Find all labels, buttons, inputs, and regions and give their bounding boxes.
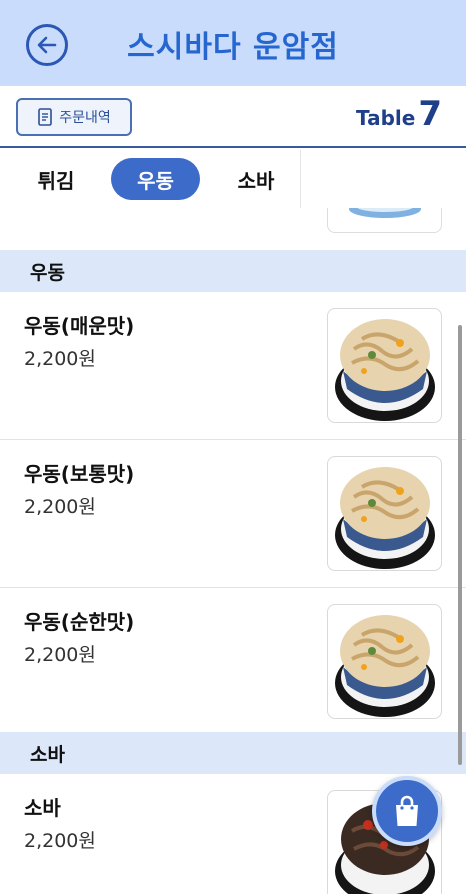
section-header-udon: 우동 bbox=[0, 250, 466, 292]
menu-item-image bbox=[327, 208, 442, 233]
shopping-bag-icon bbox=[396, 795, 418, 826]
menu-item-name: 소바 bbox=[24, 796, 61, 820]
menu-item[interactable]: 우동(보통맛) 2,200원 bbox=[0, 440, 466, 588]
menu-item-price: 2,200원 bbox=[24, 348, 96, 370]
previous-item-tail bbox=[0, 208, 466, 248]
app-header: 스시바다 운암점 bbox=[0, 0, 466, 86]
scrollbar[interactable] bbox=[458, 325, 462, 765]
table-word: Table bbox=[356, 106, 416, 130]
category-tabs: 튀김 우동 소바 bbox=[0, 150, 466, 208]
sub-bar: 주문내역 Table 7 bbox=[0, 86, 466, 148]
menu-item-name: 우동(순한맛) bbox=[24, 610, 135, 634]
cart-button[interactable] bbox=[372, 776, 442, 846]
section-header-soba: 소바 bbox=[0, 732, 466, 774]
tab-udon[interactable]: 우동 bbox=[111, 158, 200, 200]
order-history-button[interactable]: 주문내역 bbox=[16, 98, 132, 136]
tabs-divider bbox=[300, 150, 301, 208]
table-indicator: Table 7 bbox=[356, 94, 442, 134]
menu-item[interactable]: 우동(매운맛) 2,200원 bbox=[0, 292, 466, 440]
menu-item-image bbox=[327, 604, 442, 719]
tab-soba[interactable]: 소바 bbox=[218, 158, 294, 200]
order-history-label: 주문내역 bbox=[59, 110, 111, 126]
menu-item-price: 2,200원 bbox=[24, 830, 96, 852]
menu-item-price: 2,200원 bbox=[24, 496, 96, 518]
receipt-icon bbox=[38, 108, 53, 126]
menu-item[interactable]: 우동(순한맛) 2,200원 bbox=[0, 588, 466, 736]
menu-item-name: 우동(매운맛) bbox=[24, 314, 135, 338]
menu-item-price: 2,200원 bbox=[24, 644, 96, 666]
store-title: 스시바다 운암점 bbox=[127, 30, 339, 65]
menu-item-image bbox=[327, 308, 442, 423]
tab-twigim[interactable]: 튀김 bbox=[18, 158, 94, 200]
menu-item-image bbox=[327, 456, 442, 571]
table-number: 7 bbox=[418, 94, 442, 134]
menu-item-name: 우동(보통맛) bbox=[24, 462, 135, 486]
